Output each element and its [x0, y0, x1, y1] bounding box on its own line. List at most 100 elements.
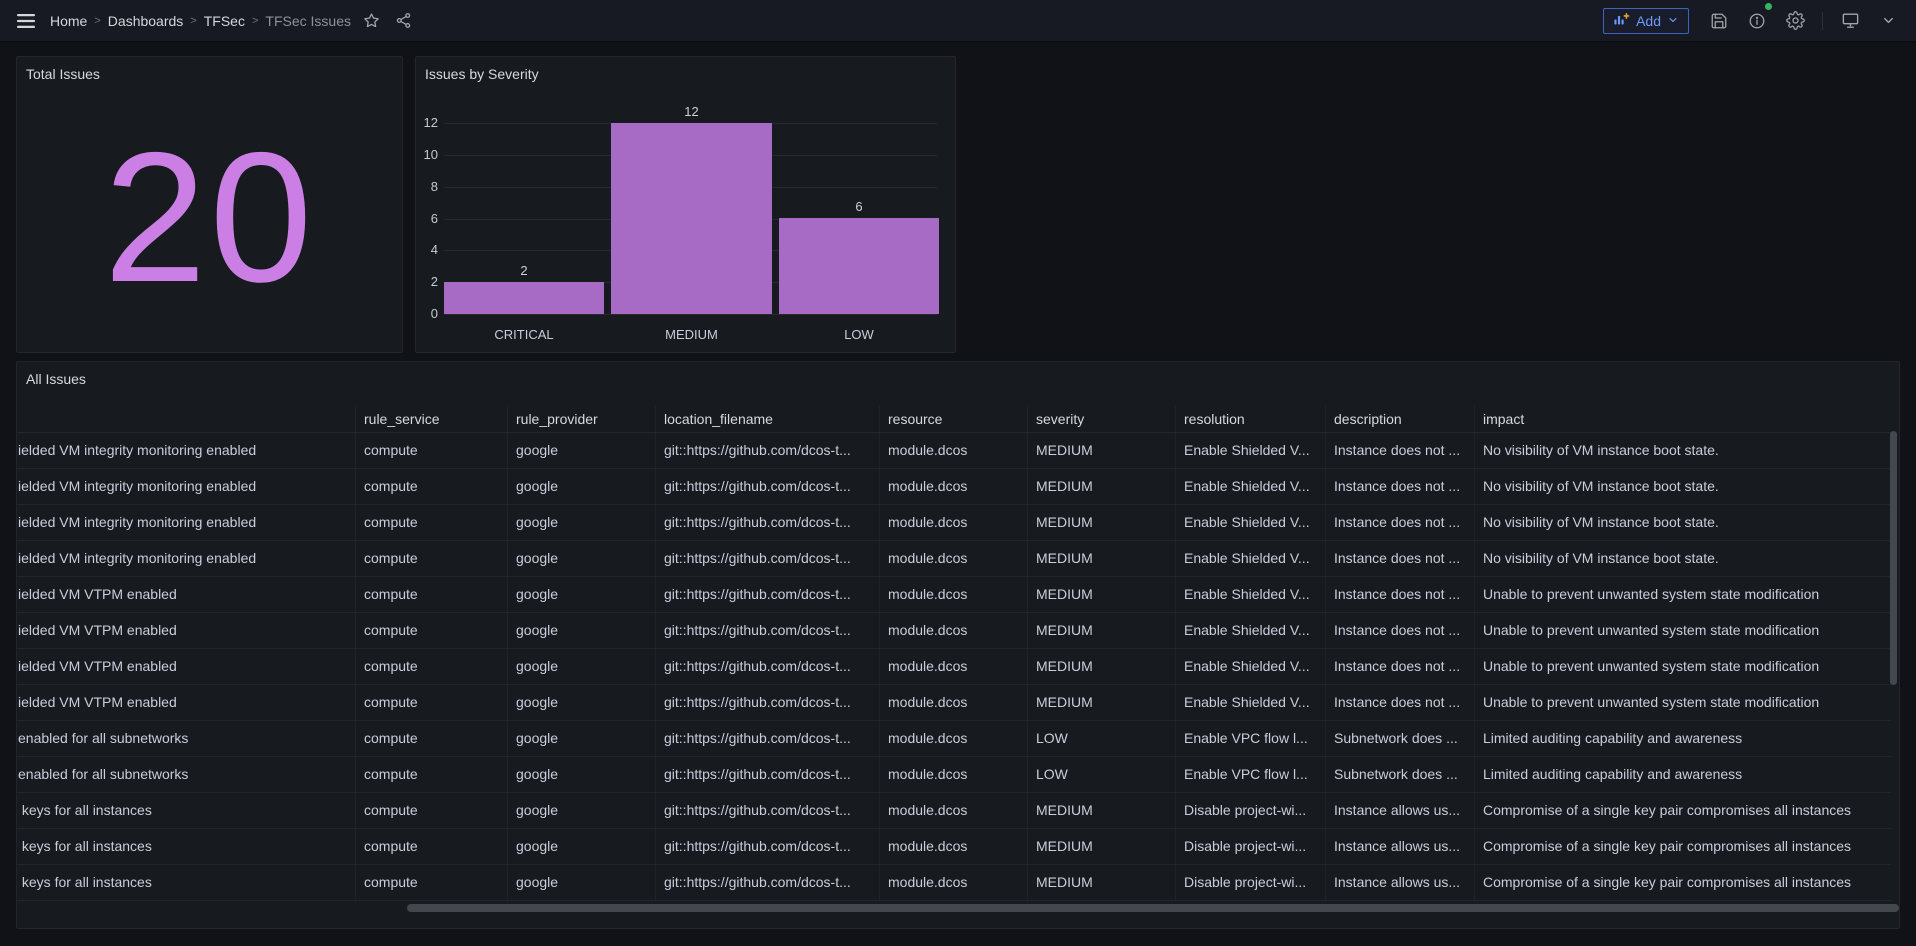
table-cell: MEDIUM	[1028, 505, 1176, 540]
table-cell: MEDIUM	[1028, 685, 1176, 720]
table-cell: git::https://github.com/dcos-t...	[656, 577, 880, 612]
menu-toggle-button[interactable]	[10, 6, 42, 36]
table-cell: Instance allows us...	[1326, 829, 1475, 864]
table-cell: google	[508, 541, 656, 576]
table-cell: compute	[356, 793, 508, 828]
bar-chart: 0246810122CRITICAL12MEDIUM6LOW	[416, 57, 955, 352]
table-cell: Compromise of a single key pair compromi…	[1475, 865, 1891, 900]
y-axis-tick-label: 8	[416, 179, 438, 195]
breadcrumb-item-home[interactable]: Home	[50, 13, 87, 29]
column-header-location_filename[interactable]: location_filename	[656, 406, 880, 432]
dashboard-settings-button[interactable]	[1779, 6, 1811, 36]
navbar-actions: Add	[1603, 6, 1904, 36]
column-header-resource[interactable]: resource	[880, 406, 1028, 432]
table-cell: module.dcos	[880, 793, 1028, 828]
table-cell: No visibility of VM instance boot state.	[1475, 505, 1891, 540]
table-cell: google	[508, 793, 656, 828]
table-cell: Enable Shielded V...	[1176, 433, 1326, 468]
column-header-impact[interactable]: impact	[1475, 406, 1891, 432]
column-header-resolution[interactable]: resolution	[1176, 406, 1326, 432]
table-cell: enabled for all subnetworks	[17, 757, 356, 792]
add-panel-button[interactable]: Add	[1603, 8, 1689, 34]
table-row: ielded VM integrity monitoring enabledco…	[17, 469, 1891, 505]
table-row: enabled for all subnetworkscomputegoogle…	[17, 757, 1891, 793]
column-header-rule_provider[interactable]: rule_provider	[508, 406, 656, 432]
table-cell: module.dcos	[880, 829, 1028, 864]
horizontal-scrollbar-thumb[interactable]	[407, 904, 1899, 912]
table-cell: module.dcos	[880, 433, 1028, 468]
table-cell: module.dcos	[880, 865, 1028, 900]
table-cell: google	[508, 649, 656, 684]
table-row: ielded VM integrity monitoring enabledco…	[17, 541, 1891, 577]
table-cell: MEDIUM	[1028, 649, 1176, 684]
table-cell: ielded VM integrity monitoring enabled	[17, 541, 356, 576]
table-cell: MEDIUM	[1028, 829, 1176, 864]
column-header-description[interactable]: description	[1326, 406, 1475, 432]
table-cell: Enable VPC flow l...	[1176, 757, 1326, 792]
table-cell: Instance allows us...	[1326, 865, 1475, 900]
y-axis-tick-label: 12	[416, 115, 438, 131]
breadcrumb-separator: >	[252, 14, 258, 27]
table-cell: compute	[356, 613, 508, 648]
vertical-scrollbar-thumb[interactable]	[1890, 431, 1897, 685]
panel-title[interactable]: All Issues	[26, 371, 86, 387]
table-cell: compute	[356, 865, 508, 900]
hamburger-icon	[17, 14, 35, 28]
column-header-rule[interactable]	[17, 406, 356, 432]
breadcrumb-separator: >	[190, 14, 196, 27]
table-cell: git::https://github.com/dcos-t...	[656, 865, 880, 900]
table-cell: Unable to prevent unwanted system state …	[1475, 649, 1891, 684]
table-cell: ielded VM VTPM enabled	[17, 577, 356, 612]
table-cell: Disable project-wi...	[1176, 793, 1326, 828]
bar-medium[interactable]	[611, 123, 772, 314]
table-cell: git::https://github.com/dcos-t...	[656, 469, 880, 504]
table-cell: google	[508, 613, 656, 648]
breadcrumb-item-dashboards[interactable]: Dashboards	[108, 13, 184, 29]
table-cell: module.dcos	[880, 721, 1028, 756]
table-cell: compute	[356, 433, 508, 468]
table-cell: compute	[356, 469, 508, 504]
dashboard-insights-button[interactable]	[1741, 6, 1773, 36]
table-cell: MEDIUM	[1028, 865, 1176, 900]
bar-low[interactable]	[779, 218, 939, 314]
share-button[interactable]	[387, 6, 419, 36]
table-cell: Unable to prevent unwanted system state …	[1475, 577, 1891, 612]
navbar-divider	[1822, 12, 1823, 30]
bar-critical[interactable]	[444, 282, 604, 314]
table-cell: MEDIUM	[1028, 613, 1176, 648]
notification-dot	[1765, 3, 1772, 10]
table-cell: MEDIUM	[1028, 469, 1176, 504]
x-axis-label-medium: MEDIUM	[611, 327, 772, 342]
table-cell: Instance does not ...	[1326, 577, 1475, 612]
table-cell: ielded VM integrity monitoring enabled	[17, 433, 356, 468]
table-cell: Limited auditing capability and awarenes…	[1475, 757, 1891, 792]
table-cell: Unable to prevent unwanted system state …	[1475, 613, 1891, 648]
top-navbar: Home>Dashboards>TFSec>TFSec Issues Add	[0, 0, 1916, 42]
table-row: ielded VM VTPM enabledcomputegooglegit::…	[17, 577, 1891, 613]
column-header-rule_service[interactable]: rule_service	[356, 406, 508, 432]
table-cell: Subnetwork does ...	[1326, 757, 1475, 792]
save-dashboard-button[interactable]	[1703, 6, 1735, 36]
panel-title[interactable]: Total Issues	[26, 66, 100, 82]
share-icon	[395, 12, 412, 29]
table-cell: module.dcos	[880, 577, 1028, 612]
table-cell: LOW	[1028, 757, 1176, 792]
table-row: ielded VM integrity monitoring enabledco…	[17, 505, 1891, 541]
chevron-down-icon	[1881, 13, 1896, 28]
favorite-button[interactable]	[355, 6, 387, 36]
table-cell: git::https://github.com/dcos-t...	[656, 613, 880, 648]
table-cell: keys for all instances	[17, 829, 356, 864]
column-header-severity[interactable]: severity	[1028, 406, 1176, 432]
table-cell: Enable Shielded V...	[1176, 577, 1326, 612]
table-cell: ielded VM VTPM enabled	[17, 613, 356, 648]
stat-value: 20	[17, 91, 402, 346]
x-axis-label-critical: CRITICAL	[444, 327, 604, 342]
gear-icon	[1786, 11, 1805, 30]
table-cell: Enable Shielded V...	[1176, 505, 1326, 540]
breadcrumb-item-tfsec[interactable]: TFSec	[204, 13, 245, 29]
tv-mode-button[interactable]	[1834, 6, 1866, 36]
collapse-toolbar-button[interactable]	[1872, 6, 1904, 36]
star-icon	[363, 12, 380, 29]
issues-table: rule_servicerule_providerlocation_filena…	[17, 406, 1891, 901]
table-cell: Enable Shielded V...	[1176, 541, 1326, 576]
